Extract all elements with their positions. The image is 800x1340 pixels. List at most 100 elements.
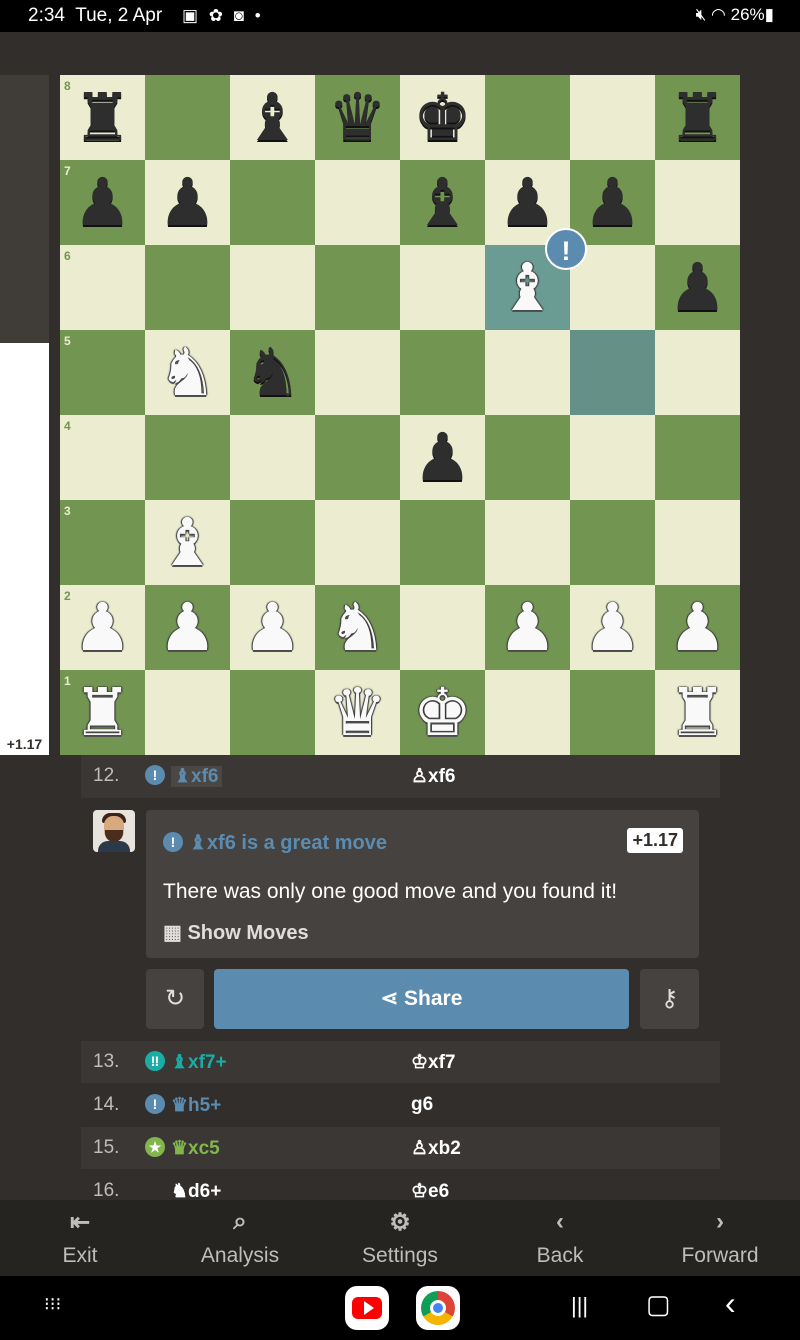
settings-button[interactable]: ⚙ Settings	[320, 1200, 480, 1276]
square-a3[interactable]	[60, 500, 145, 585]
black-pawn-icon[interactable]: ♟	[145, 160, 230, 245]
notification-icons: ▣ ✿ ◙ •	[182, 6, 264, 25]
move-row-13[interactable]: 13. ‼ ♝xf7+ ♔xf7	[81, 1041, 720, 1083]
home-icon[interactable]: ▢	[646, 1289, 671, 1320]
status-bar: 2:34 Tue, 2 Apr ▣ ✿ ◙ • 🔇︎ ◠ 26%▮	[0, 0, 800, 32]
checker-icon: ▦	[163, 922, 182, 944]
white-move[interactable]: ! ♛h5+	[145, 1094, 221, 1117]
square-h5[interactable]	[655, 330, 740, 415]
chrome-app-icon[interactable]	[416, 1286, 460, 1330]
black-move[interactable]: ♙xf6	[411, 765, 456, 788]
key-button[interactable]: ⚷	[640, 969, 699, 1029]
youtube-app-icon[interactable]	[345, 1286, 389, 1330]
white-pawn-icon[interactable]: ♟	[145, 585, 230, 670]
white-pawn-icon[interactable]: ♟	[570, 585, 655, 670]
square-g4[interactable]	[570, 415, 655, 500]
status-right: 🔇︎ ◠ 26%▮	[696, 5, 774, 25]
square-e2[interactable]	[400, 585, 485, 670]
rank-label: 5	[64, 334, 71, 348]
square-b8[interactable]	[145, 75, 230, 160]
square-d7[interactable]	[315, 160, 400, 245]
black-move[interactable]: ♔xf7	[411, 1051, 456, 1074]
black-pawn-icon[interactable]: ♟	[570, 160, 655, 245]
rank-label: 3	[64, 504, 71, 518]
share-button[interactable]: ⋖ Share	[214, 969, 629, 1029]
square-c7[interactable]	[230, 160, 315, 245]
square-a6[interactable]	[60, 245, 145, 330]
move-row-12[interactable]: 12. ! ♝xf6 ♙xf6	[81, 755, 720, 798]
white-knight-icon[interactable]: ♞	[145, 330, 230, 415]
black-rook-icon[interactable]: ♜	[655, 75, 740, 160]
square-d6[interactable]	[315, 245, 400, 330]
retry-button[interactable]: ↻	[146, 969, 204, 1029]
square-a4[interactable]	[60, 415, 145, 500]
square-b6[interactable]	[145, 245, 230, 330]
black-move[interactable]: ♔e6	[411, 1180, 449, 1200]
square-g8[interactable]	[570, 75, 655, 160]
black-bishop-icon[interactable]: ♝	[230, 75, 315, 160]
recents-icon[interactable]: |||	[571, 1293, 588, 1319]
square-d4[interactable]	[315, 415, 400, 500]
exit-button[interactable]: ⇤ Exit	[0, 1200, 160, 1276]
exit-icon: ⇤	[69, 1209, 91, 1236]
square-g3[interactable]	[570, 500, 655, 585]
square-e3[interactable]	[400, 500, 485, 585]
move-row-16[interactable]: 16. ♞d6+ ♔e6	[81, 1170, 720, 1200]
white-pawn-icon[interactable]: ♟	[60, 585, 145, 670]
black-bishop-icon[interactable]: ♝	[400, 160, 485, 245]
file-label: e	[473, 738, 480, 752]
move-row-14[interactable]: 14. ! ♛h5+ g6	[81, 1084, 720, 1126]
share-label: Share	[404, 987, 463, 1010]
square-d3[interactable]	[315, 500, 400, 585]
square-f3[interactable]	[485, 500, 570, 585]
square-c4[interactable]	[230, 415, 315, 500]
square-a5[interactable]	[60, 330, 145, 415]
black-king-icon[interactable]: ♚	[400, 75, 485, 160]
square-f8[interactable]	[485, 75, 570, 160]
square-e5[interactable]	[400, 330, 485, 415]
white-knight-icon[interactable]: ♞	[315, 585, 400, 670]
black-pawn-icon[interactable]: ♟	[400, 415, 485, 500]
white-pawn-icon[interactable]: ♟	[230, 585, 315, 670]
square-f4[interactable]	[485, 415, 570, 500]
black-rook-icon[interactable]: ♜	[60, 75, 145, 160]
move-row-15[interactable]: 15. ★ ♛xc5 ♙xb2	[81, 1127, 720, 1169]
analysis-button[interactable]: ⌕ Analysis	[160, 1200, 320, 1276]
square-c6[interactable]	[230, 245, 315, 330]
show-moves-button[interactable]: ▦ Show Moves	[163, 920, 309, 945]
black-knight-icon[interactable]: ♞	[230, 330, 315, 415]
move-number: 13.	[93, 1051, 120, 1072]
system-back-icon[interactable]: ‹	[725, 1285, 736, 1322]
white-bishop-icon[interactable]: ♝	[145, 500, 230, 585]
black-pawn-icon[interactable]: ♟	[60, 160, 145, 245]
square-d5[interactable]	[315, 330, 400, 415]
white-move[interactable]: ★ ♛xc5	[145, 1137, 220, 1160]
white-move[interactable]: ♞d6+	[171, 1180, 221, 1200]
square-b4[interactable]	[145, 415, 230, 500]
status-time: 2:34 Tue, 2 Apr	[28, 5, 163, 26]
square-g5[interactable]	[570, 330, 655, 415]
white-move[interactable]: ! ♝xf6	[145, 765, 222, 788]
square-f5[interactable]	[485, 330, 570, 415]
square-h4[interactable]	[655, 415, 740, 500]
black-queen-icon[interactable]: ♛	[315, 75, 400, 160]
black-move[interactable]: ♙xb2	[411, 1137, 461, 1160]
chevron-left-icon: ‹	[556, 1208, 564, 1235]
square-e6[interactable]	[400, 245, 485, 330]
square-c3[interactable]	[230, 500, 315, 585]
app-drawer-icon[interactable]: ⁝⁝⁝	[44, 1294, 61, 1315]
white-pawn-icon[interactable]: ♟	[485, 585, 570, 670]
square-h7[interactable]	[655, 160, 740, 245]
white-move[interactable]: ‼ ♝xf7+	[145, 1051, 227, 1074]
best-mark-icon: ★	[145, 1137, 165, 1157]
feedback-description: There was only one good move and you fou…	[163, 880, 618, 903]
forward-button[interactable]: › Forward	[640, 1200, 800, 1276]
move-number: 14.	[93, 1094, 120, 1115]
chess-board[interactable]: ♜ ♝ ♛ ♚ ♜ ♟ ♟ ♝ ♟ ♟ ♝ ♟ ♞ ♞ ♟ ♝ ♟ ♟ ♟ ♞ ♟ ♟ ♟ ♜ ♛ ♚ ♜ 8 7 6 5 4 3 2 1 a b c d e…	[60, 75, 740, 755]
back-button[interactable]: ‹ Back	[480, 1200, 640, 1276]
white-pawn-icon[interactable]: ♟	[655, 585, 740, 670]
black-move[interactable]: g6	[411, 1094, 433, 1116]
black-pawn-icon[interactable]: ♟	[655, 245, 740, 330]
key-icon: ⚷	[660, 985, 679, 1012]
square-h3[interactable]	[655, 500, 740, 585]
